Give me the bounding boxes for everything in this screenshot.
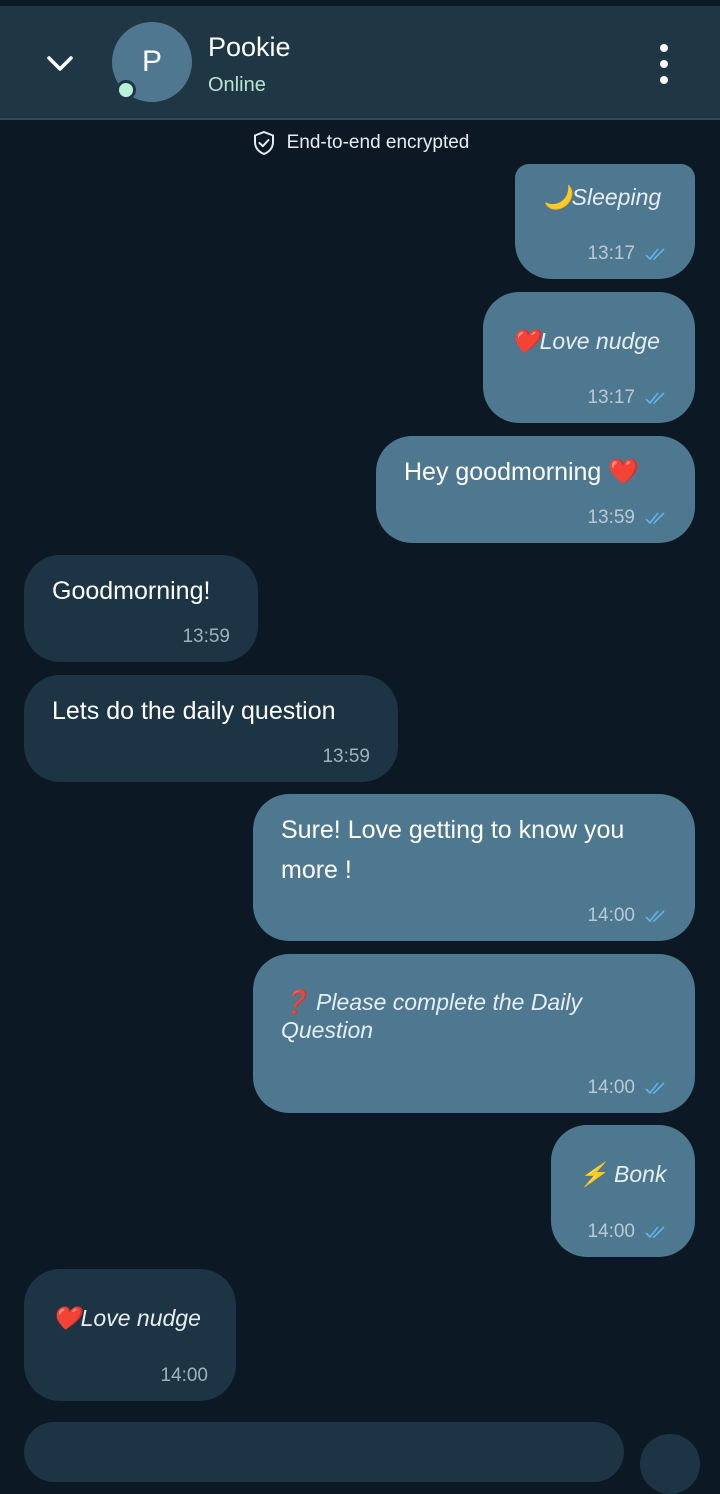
message-meta: 13:17 bbox=[587, 387, 667, 409]
double-check-icon bbox=[645, 1082, 665, 1095]
message-text: Hey goodmorning ❤️ bbox=[404, 458, 640, 486]
message-text: ❤️Love nudge bbox=[52, 1305, 201, 1332]
contact-name[interactable]: Pookie bbox=[208, 32, 291, 63]
message-body: Please complete the Daily Question bbox=[281, 989, 582, 1043]
shield-check-icon bbox=[253, 130, 274, 156]
message-bubble-outgoing[interactable]: Hey goodmorning ❤️ 13:59 bbox=[376, 436, 695, 543]
message-time: 13:59 bbox=[322, 746, 370, 767]
message-body: Love nudge bbox=[80, 1305, 201, 1331]
message-bubble-incoming[interactable]: Goodmorning! 13:59 bbox=[24, 555, 258, 662]
message-body: Bonk bbox=[614, 1161, 667, 1187]
double-check-icon bbox=[645, 512, 665, 525]
contact-status: Online bbox=[208, 74, 266, 96]
question-emoji: ❓ bbox=[281, 989, 310, 1015]
message-meta: 13:59 bbox=[322, 746, 370, 768]
message-text: 🌙Sleeping bbox=[543, 184, 661, 211]
encryption-notice: End-to-end encrypted bbox=[0, 128, 720, 158]
message-text: ❤️Love nudge bbox=[511, 328, 660, 355]
message-bubble-incoming[interactable]: ❤️Love nudge 14:00 bbox=[24, 1269, 236, 1401]
message-time: 13:17 bbox=[587, 243, 635, 264]
message-meta: 14:00 bbox=[587, 1077, 667, 1099]
message-time: 14:00 bbox=[587, 905, 635, 926]
heart-emoji: ❤️ bbox=[511, 328, 540, 354]
message-text: ❓ Please complete the Daily Question bbox=[281, 988, 667, 1044]
double-check-icon bbox=[645, 248, 665, 261]
chat-header: P Pookie Online bbox=[0, 6, 720, 120]
collapse-button[interactable] bbox=[40, 46, 80, 82]
message-time: 14:00 bbox=[160, 1365, 208, 1386]
message-text: Lets do the daily question bbox=[52, 697, 336, 725]
message-time: 13:59 bbox=[182, 626, 230, 647]
message-bubble-outgoing[interactable]: ❤️Love nudge 13:17 bbox=[483, 292, 695, 423]
moon-emoji: 🌙 bbox=[543, 184, 572, 210]
message-bubble-incoming[interactable]: Lets do the daily question 13:59 bbox=[24, 675, 398, 782]
message-text: Goodmorning! bbox=[52, 577, 211, 605]
double-check-icon bbox=[645, 1226, 665, 1239]
send-button[interactable] bbox=[640, 1434, 700, 1494]
message-input-field[interactable] bbox=[24, 1422, 624, 1482]
message-meta: 13:59 bbox=[182, 626, 230, 648]
message-time: 13:59 bbox=[587, 507, 635, 528]
double-check-icon bbox=[645, 910, 665, 923]
lightning-emoji: ⚡ bbox=[579, 1161, 608, 1187]
kebab-dot bbox=[660, 76, 668, 84]
message-body: Love nudge bbox=[539, 328, 660, 354]
message-text: ⚡ Bonk bbox=[579, 1161, 666, 1188]
kebab-dot bbox=[660, 60, 668, 68]
message-meta: 14:00 bbox=[587, 905, 667, 927]
message-bubble-outgoing[interactable]: ❓ Please complete the Daily Question 14:… bbox=[253, 954, 695, 1113]
more-options-button[interactable] bbox=[650, 44, 678, 84]
encryption-text: End-to-end encrypted bbox=[286, 132, 470, 153]
message-text: Sure! Love getting to know you more ! bbox=[281, 816, 625, 884]
avatar-letter: P bbox=[141, 45, 162, 78]
message-meta: 14:00 bbox=[587, 1221, 667, 1243]
message-bubble-outgoing[interactable]: Sure! Love getting to know you more ! 14… bbox=[253, 794, 695, 941]
message-body: Sleeping bbox=[571, 184, 662, 210]
online-indicator bbox=[116, 80, 136, 100]
message-bubble-outgoing[interactable]: 🌙Sleeping 13:17 bbox=[515, 164, 695, 279]
message-time: 14:00 bbox=[587, 1221, 635, 1242]
message-time: 14:00 bbox=[587, 1077, 635, 1098]
message-time: 13:17 bbox=[587, 387, 635, 408]
message-meta: 14:00 bbox=[160, 1365, 208, 1387]
message-meta: 13:17 bbox=[587, 243, 667, 265]
chevron-down-icon bbox=[47, 56, 73, 71]
message-bubble-outgoing[interactable]: ⚡ Bonk 14:00 bbox=[551, 1125, 695, 1257]
message-meta: 13:59 bbox=[587, 507, 667, 529]
heart-emoji: ❤️ bbox=[52, 1305, 81, 1331]
double-check-icon bbox=[645, 392, 665, 405]
kebab-dot bbox=[660, 44, 668, 52]
